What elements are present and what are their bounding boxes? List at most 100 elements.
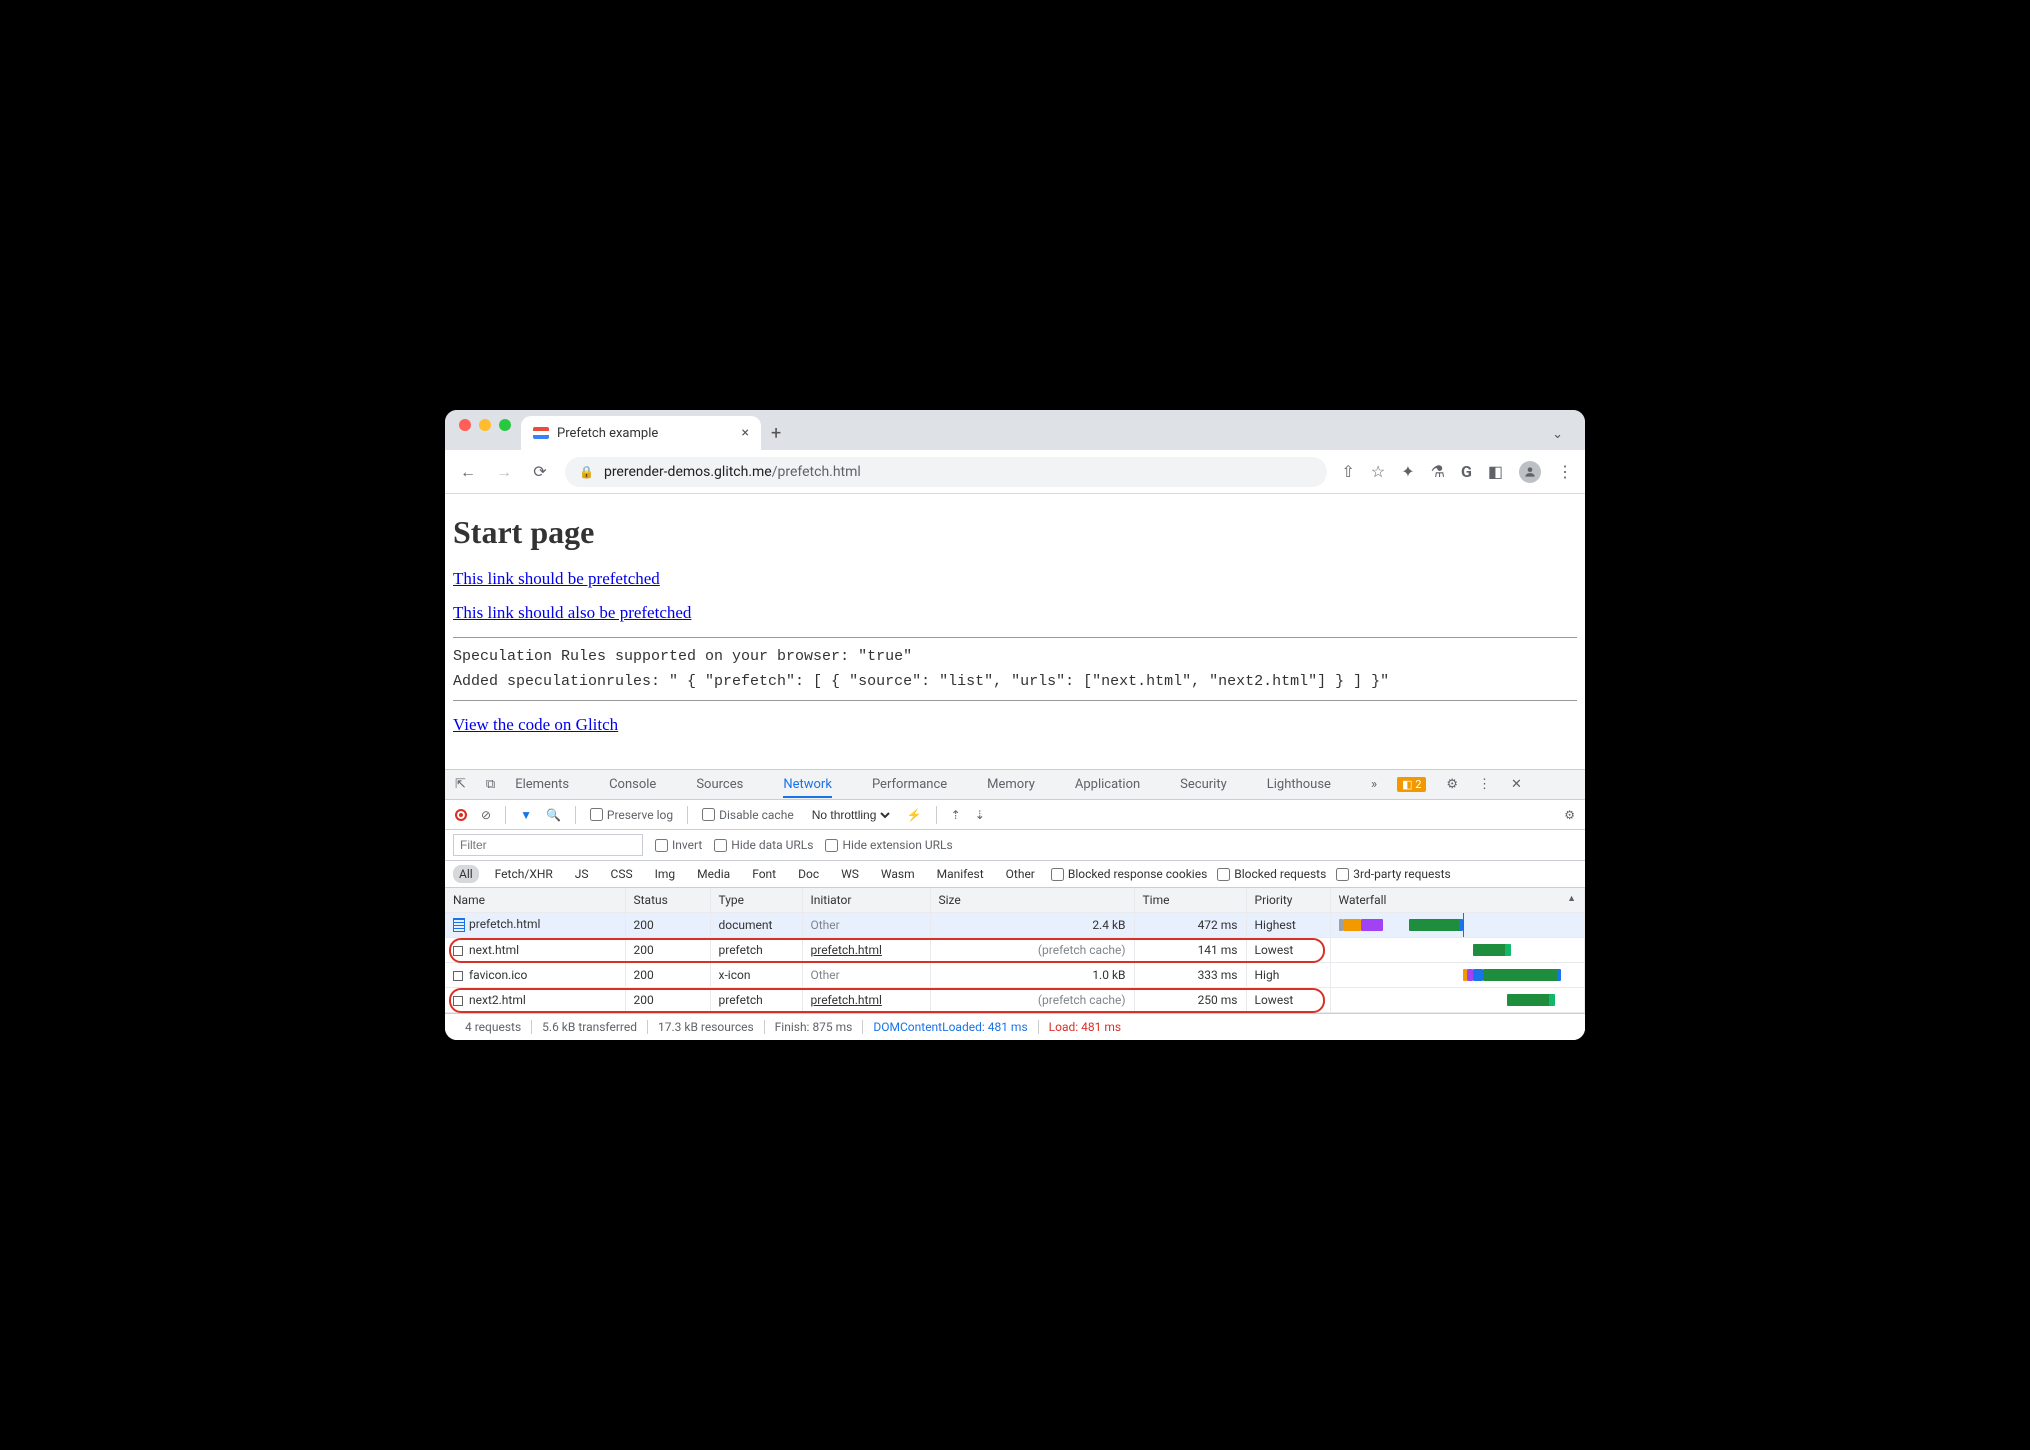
warnings-badge[interactable]: ◧ 2 <box>1397 777 1426 792</box>
bookmark-icon[interactable]: ☆ <box>1371 462 1385 481</box>
network-row[interactable]: favicon.ico200x-iconOther1.0 kB333 msHig… <box>445 962 1585 987</box>
col-initiator[interactable]: Initiator <box>802 888 930 912</box>
favicon-icon <box>533 427 549 439</box>
network-row[interactable]: next.html200prefetchprefetch.html(prefet… <box>445 937 1585 962</box>
devtools-tab-sources[interactable]: Sources <box>696 777 743 792</box>
forward-button[interactable]: → <box>493 462 515 482</box>
col-name[interactable]: Name <box>445 888 625 912</box>
maximize-window-button[interactable] <box>499 419 511 431</box>
status-requests: 4 requests <box>455 1020 532 1034</box>
network-table: NameStatusTypeInitiatorSizeTimePriorityW… <box>445 888 1585 1013</box>
device-icon[interactable]: ⧉ <box>486 777 495 792</box>
menu-button[interactable]: ⋮ <box>1557 462 1573 481</box>
browser-tab[interactable]: Prefetch example × <box>521 416 761 450</box>
col-waterfall[interactable]: Waterfall <box>1330 888 1585 912</box>
col-time[interactable]: Time <box>1134 888 1246 912</box>
resource-icon <box>453 946 463 956</box>
invert-checkbox[interactable]: Invert <box>655 838 702 852</box>
kebab-icon[interactable]: ⋮ <box>1478 777 1491 792</box>
page-content: Start page This link should be prefetche… <box>445 494 1585 769</box>
network-settings-icon[interactable]: ⚙ <box>1564 808 1575 822</box>
document-icon <box>453 918 465 932</box>
network-row[interactable]: next2.html200prefetchprefetch.html(prefe… <box>445 987 1585 1012</box>
type-filter-img[interactable]: Img <box>649 865 682 883</box>
devtools: ⇱ ⧉ Elements Console Sources Network Perform… <box>445 769 1585 1040</box>
type-filter-media[interactable]: Media <box>691 865 736 883</box>
divider <box>453 700 1577 701</box>
col-type[interactable]: Type <box>710 888 802 912</box>
toolbar-actions: ⇧ ☆ ✦ ⚗ G ◧ ⋮ <box>1341 461 1573 483</box>
network-status-bar: 4 requests 5.6 kB transferred 17.3 kB re… <box>445 1013 1585 1040</box>
devtools-tab-network[interactable]: Network <box>783 777 832 798</box>
minimize-window-button[interactable] <box>479 419 491 431</box>
hide-data-urls-checkbox[interactable]: Hide data URLs <box>714 838 813 852</box>
tab-title: Prefetch example <box>557 426 658 441</box>
address-bar[interactable]: 🔒 prerender-demos.glitch.me/prefetch.htm… <box>565 457 1327 487</box>
record-button[interactable] <box>455 809 467 821</box>
col-status[interactable]: Status <box>625 888 710 912</box>
tabs-menu-button[interactable]: ⌄ <box>1552 427 1577 450</box>
blocked-requests-checkbox[interactable]: Blocked requests <box>1217 867 1326 881</box>
devtools-tab-application[interactable]: Application <box>1075 777 1140 792</box>
col-priority[interactable]: Priority <box>1246 888 1330 912</box>
devtools-tab-security[interactable]: Security <box>1180 777 1227 792</box>
filter-toggle-icon[interactable]: ▼ <box>520 808 532 822</box>
third-party-checkbox[interactable]: 3rd-party requests <box>1336 867 1450 881</box>
type-filter-js[interactable]: JS <box>569 865 595 883</box>
throttling-select[interactable]: No throttling <box>808 807 893 823</box>
close-window-button[interactable] <box>459 419 471 431</box>
close-tab-button[interactable]: × <box>742 425 749 441</box>
disable-cache-checkbox[interactable]: Disable cache <box>702 808 794 822</box>
search-icon[interactable]: 🔍 <box>546 808 561 822</box>
filter-input[interactable] <box>453 834 643 856</box>
settings-icon[interactable]: ⚙ <box>1446 777 1458 792</box>
type-filter-css[interactable]: CSS <box>605 865 639 883</box>
profile-button[interactable] <box>1519 461 1541 483</box>
devtools-tab-elements[interactable]: Elements <box>515 777 569 792</box>
blocked-cookies-checkbox[interactable]: Blocked response cookies <box>1051 867 1207 881</box>
browser-toolbar: ← → ⟳ 🔒 prerender-demos.glitch.me/prefet… <box>445 450 1585 494</box>
devtools-tabs: ⇱ ⧉ Elements Console Sources Network Perform… <box>445 770 1585 800</box>
preserve-log-checkbox[interactable]: Preserve log <box>590 808 673 822</box>
network-row[interactable]: prefetch.html200documentOther2.4 kB472 m… <box>445 912 1585 937</box>
upload-har-icon[interactable]: ⇡ <box>951 808 961 822</box>
back-button[interactable]: ← <box>457 462 479 482</box>
code-line-2: Added speculationrules: " { "prefetch": … <box>453 673 1577 690</box>
extensions-icon[interactable]: ✦ <box>1401 462 1414 481</box>
labs-icon[interactable]: ⚗ <box>1431 462 1445 481</box>
more-tabs-button[interactable]: » <box>1371 777 1377 792</box>
col-size[interactable]: Size <box>930 888 1134 912</box>
network-conditions-icon[interactable]: ⚡ <box>907 808 922 822</box>
devtools-tab-performance[interactable]: Performance <box>872 777 947 792</box>
hide-extension-urls-checkbox[interactable]: Hide extension URLs <box>825 838 952 852</box>
panel-icon[interactable]: ◧ <box>1488 462 1503 481</box>
type-filter-font[interactable]: Font <box>746 865 782 883</box>
clear-button[interactable]: ⊘ <box>481 808 491 822</box>
devtools-tab-memory[interactable]: Memory <box>987 777 1035 792</box>
download-har-icon[interactable]: ⇣ <box>975 808 985 822</box>
page-title: Start page <box>453 514 1577 551</box>
close-devtools-button[interactable]: ✕ <box>1511 777 1522 792</box>
type-filter-manifest[interactable]: Manifest <box>931 865 990 883</box>
inspect-icon[interactable]: ⇱ <box>455 777 466 792</box>
type-filter-all[interactable]: All <box>453 865 479 883</box>
type-filter-other[interactable]: Other <box>1000 865 1041 883</box>
resource-type-filters: All Fetch/XHR JS CSS Img Media Font Doc WS Wasm Ma… <box>445 861 1585 888</box>
google-icon[interactable]: G <box>1461 462 1472 481</box>
type-filter-wasm[interactable]: Wasm <box>875 865 921 883</box>
new-tab-button[interactable]: + <box>761 423 791 450</box>
status-transferred: 5.6 kB transferred <box>532 1020 648 1034</box>
prefetch-link-2[interactable]: This link should also be prefetched <box>453 603 691 622</box>
glitch-link[interactable]: View the code on Glitch <box>453 715 618 734</box>
prefetch-link-1[interactable]: This link should be prefetched <box>453 569 660 588</box>
reload-button[interactable]: ⟳ <box>529 462 551 481</box>
window-controls <box>453 419 521 441</box>
status-dcl: DOMContentLoaded: 481 ms <box>863 1020 1038 1034</box>
devtools-tab-console[interactable]: Console <box>609 777 656 792</box>
type-filter-fetch-xhr[interactable]: Fetch/XHR <box>489 865 559 883</box>
devtools-tab-lighthouse[interactable]: Lighthouse <box>1267 777 1331 792</box>
lock-icon: 🔒 <box>579 465 594 479</box>
share-icon[interactable]: ⇧ <box>1341 462 1354 481</box>
type-filter-ws[interactable]: WS <box>835 865 865 883</box>
type-filter-doc[interactable]: Doc <box>792 865 825 883</box>
